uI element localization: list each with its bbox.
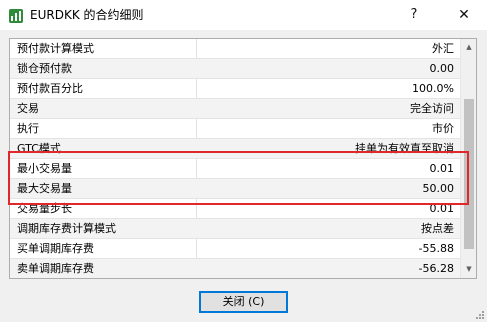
spec-label: 预付款计算模式 [17,42,94,55]
spec-value: 按点差 [421,222,454,235]
spec-row[interactable]: 锁仓预付款 0.00 [10,59,460,79]
app-chart-icon [9,9,23,23]
spec-row[interactable]: 卖单调期库存费 -56.28 [10,259,460,278]
highlight-annotation-box [8,151,469,205]
close-window-button[interactable]: ✕ [441,0,487,30]
resize-grip-icon[interactable] [475,310,485,320]
spec-value: 市价 [432,122,454,135]
close-button[interactable]: 关闭 (C) [199,291,288,313]
spec-row[interactable]: 预付款百分比 100.0% [10,79,460,99]
spec-row[interactable]: 预付款计算模式 外汇 [10,39,460,59]
spec-label: 调期库存费计算模式 [17,222,116,235]
title-bar: EURDKK 的合约细则 ? ✕ [0,0,487,30]
spec-row[interactable]: 买单调期库存费 -55.88 [10,239,460,259]
spec-row[interactable]: 执行 市价 [10,119,460,139]
spec-label: 交易 [17,102,39,115]
spec-value: -55.88 [418,242,454,255]
spec-label: 执行 [17,122,39,135]
spec-value: 外汇 [432,42,454,55]
spec-label: 预付款百分比 [17,82,83,95]
spec-value: 0.00 [429,62,455,75]
spec-label: 锁仓预付款 [17,62,72,75]
spec-row[interactable]: 交易 完全访问 [10,99,460,119]
spec-value: -56.28 [418,262,454,275]
spec-row[interactable]: 调期库存费计算模式 按点差 [10,219,460,239]
scroll-down-arrow-icon[interactable]: ▼ [461,261,476,278]
spec-value: 完全访问 [410,102,454,115]
spec-label: 买单调期库存费 [17,242,94,255]
help-button[interactable]: ? [391,0,437,30]
spec-value: 100.0% [412,82,454,95]
window-title: EURDKK 的合约细则 [30,8,144,22]
spec-label: 卖单调期库存费 [17,262,94,275]
scroll-up-arrow-icon[interactable]: ▲ [461,39,476,56]
